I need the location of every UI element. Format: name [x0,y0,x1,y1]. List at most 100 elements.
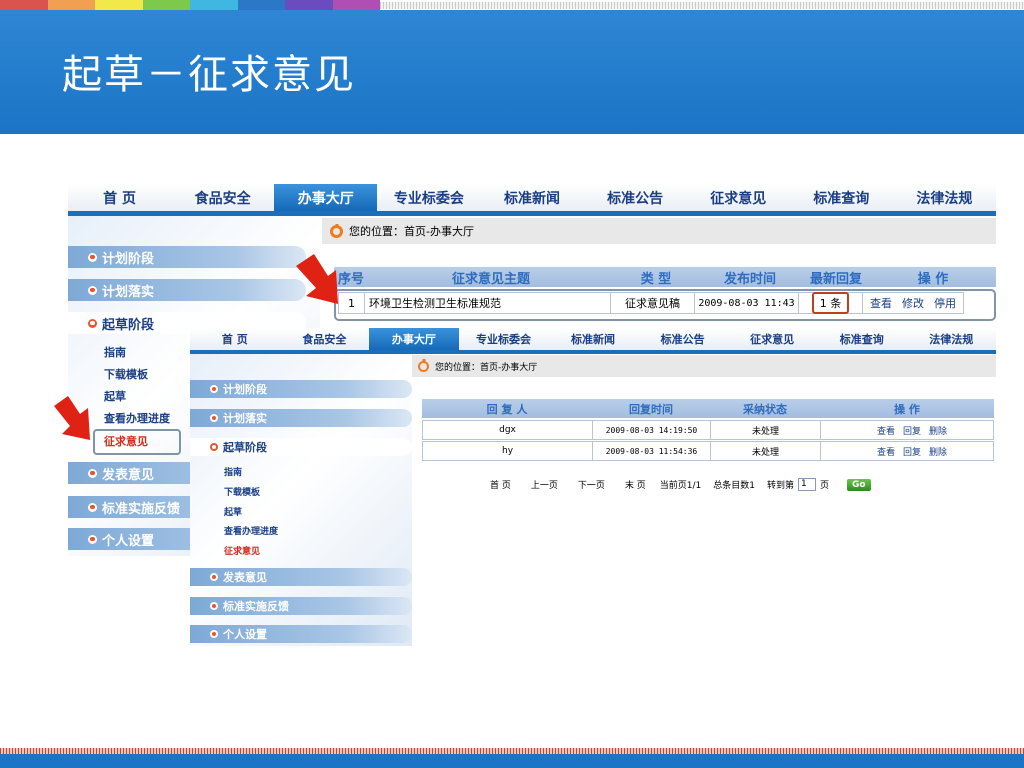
sidebar-item-label: 发表意见 [102,467,155,483]
nav-opinion[interactable]: 征求意见 [727,328,817,350]
nav-food-safety[interactable]: 食品安全 [280,328,370,350]
strip-segment [95,0,143,10]
strip-hatch [380,2,1024,9]
nav-notice[interactable]: 标准公告 [584,184,687,211]
nav-food-safety[interactable]: 食品安全 [171,184,274,211]
pager-prev[interactable]: 上一页 [531,478,558,491]
delete-link[interactable]: 删除 [929,424,947,437]
color-strip [0,0,380,10]
nav-home[interactable]: 首 页 [190,328,280,350]
sub-template[interactable]: 下载模板 [104,366,148,382]
pager-first[interactable]: 首 页 [490,478,511,491]
col-actions: 操 作 [894,402,920,416]
sidebar-item-draft[interactable]: 起草阶段 [190,438,412,456]
opinion-table-header: 序号 征求意见主题 类 型 发布时间 最新回复 操 作 [334,267,996,287]
col-status: 采纳状态 [743,402,787,416]
sidebar-item-implement[interactable]: 计划落实 [190,409,412,427]
sub-progress[interactable]: 查看办理进度 [104,410,170,426]
pager: 首 页 上一页 下一页 末 页 当前页1/1 总条目数1 转到第 1 页 Go [490,478,871,491]
sub-template[interactable]: 下载模板 [224,485,260,498]
table-row: 1 环境卫生检测卫生标准规范 征求意见稿 2009-08-03 11:43 1 … [338,292,964,314]
edit-link[interactable]: 修改 [902,295,924,311]
sidebar-item-label: 标准实施反馈 [223,600,289,613]
disable-link[interactable]: 停用 [934,295,956,311]
pager-total: 总条目数1 [713,481,756,491]
cell-person: dgx [423,421,593,439]
bullet-icon [210,385,218,393]
sidebar-item-label: 计划阶段 [223,383,267,396]
sidebar-item-comment[interactable]: 发表意见 [190,568,412,586]
cell-actions: 查看 回复 删除 [821,421,993,439]
nav-home[interactable]: 首 页 [68,184,171,211]
sub-draft[interactable]: 起草 [104,388,126,404]
nav-law[interactable]: 法律法规 [893,184,996,211]
sidebar-item-plan[interactable]: 计划阶段 [68,246,306,268]
bullet-icon [210,443,218,451]
nav-committee[interactable]: 专业标委会 [459,328,549,350]
cell-time: 2009-08-03 11:43 [695,293,799,313]
sub-guide[interactable]: 指南 [224,465,242,478]
reply-link[interactable]: 回复 [903,445,921,458]
delete-link[interactable]: 删除 [929,445,947,458]
bullet-icon [88,285,97,295]
nav-query[interactable]: 标准查询 [790,184,893,211]
view-link[interactable]: 查看 [877,445,895,458]
sidebar-item-label: 个人设置 [102,533,155,549]
page-input[interactable]: 1 [798,478,817,491]
cell-person: hy [423,442,593,460]
arrow-pointer-sidebar [54,396,90,440]
cell-status: 未处理 [711,421,821,439]
col-type: 类 型 [640,271,672,287]
breadcrumb-text: 您的位置：首页-办事大厅 [349,225,474,238]
sidebar-item-label: 发表意见 [223,571,267,584]
breadcrumb: 您的位置：首页-办事大厅 [412,355,996,377]
front-nav: 首 页 食品安全 办事大厅 专业标委会 标准新闻 标准公告 征求意见 标准查询 … [190,328,996,350]
bullet-icon [88,502,97,512]
pager-next[interactable]: 下一页 [578,478,605,491]
bullet-icon [88,318,97,328]
cell-actions: 查看 回复 删除 [821,442,993,460]
goto-label: 转到第 [767,481,795,491]
nav-opinion[interactable]: 征求意见 [687,184,790,211]
cell-reply-time: 2009-08-03 14:19:50 [593,421,711,439]
nav-law[interactable]: 法律法规 [907,328,997,350]
view-link[interactable]: 查看 [877,424,895,437]
nav-notice[interactable]: 标准公告 [638,328,728,350]
bullet-icon [210,573,218,581]
sidebar-item-implement[interactable]: 计划落实 [68,279,306,301]
cell-reply[interactable]: 1 条 [799,292,863,314]
reply-count-link[interactable]: 1 条 [811,292,850,314]
strip-segment [142,0,190,10]
nav-service-hall[interactable]: 办事大厅 [369,328,459,350]
nav-news[interactable]: 标准新闻 [480,184,583,211]
strip-segment [47,0,95,10]
bottom-bar [0,754,1024,768]
nav-news[interactable]: 标准新闻 [548,328,638,350]
cell-topic[interactable]: 环境卫生检测卫生标准规范 [365,293,611,313]
bullet-icon [210,414,218,422]
nav-committee[interactable]: 专业标委会 [377,184,480,211]
sub-opinion[interactable]: 征求意见 [224,544,260,557]
sidebar-item-feedback[interactable]: 标准实施反馈 [190,597,412,615]
table-row: dgx 2009-08-03 14:19:50 未处理 查看 回复 删除 [422,420,994,440]
sub-draft[interactable]: 起草 [224,505,242,518]
sidebar-item-plan[interactable]: 计划阶段 [190,380,412,398]
view-link[interactable]: 查看 [870,295,892,311]
col-time: 发布时间 [723,271,776,287]
sidebar-item-label: 计划落实 [102,284,155,300]
col-topic: 征求意见主题 [451,271,530,287]
col-actions: 操 作 [917,271,949,287]
strip-segment [0,0,48,10]
nav-service-hall[interactable]: 办事大厅 [274,184,378,211]
page-unit: 页 [820,481,830,491]
sub-progress[interactable]: 查看办理进度 [224,524,278,537]
strip-segment [190,0,238,10]
nav-query[interactable]: 标准查询 [817,328,907,350]
go-button[interactable]: Go [847,478,871,491]
reply-link[interactable]: 回复 [903,424,921,437]
pager-last[interactable]: 末 页 [625,478,646,491]
sidebar-item-personal[interactable]: 个人设置 [190,625,412,643]
back-nav: 首 页 食品安全 办事大厅 专业标委会 标准新闻 标准公告 征求意见 标准查询 … [68,184,996,211]
sub-guide[interactable]: 指南 [104,344,126,360]
cell-status: 未处理 [711,442,821,460]
